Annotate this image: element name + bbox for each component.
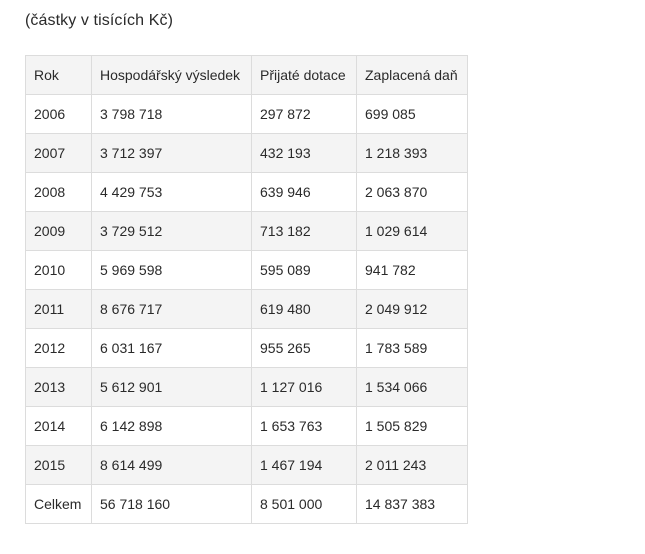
cell-paid-tax: 14 837 383: [356, 484, 468, 524]
cell-year: 2008: [25, 172, 92, 212]
cell-paid-tax: 1 783 589: [356, 328, 468, 368]
cell-economic-result: 8 614 499: [91, 445, 252, 485]
cell-year: 2010: [25, 250, 92, 290]
cell-paid-tax: 2 063 870: [356, 172, 468, 212]
cell-paid-tax: 1 534 066: [356, 367, 468, 407]
table-row: 2006 3 798 718 297 872 699 085: [25, 94, 468, 134]
cell-economic-result: 3 798 718: [91, 94, 252, 134]
cell-received-subsidies: 432 193: [251, 133, 357, 173]
cell-paid-tax: 941 782: [356, 250, 468, 290]
cell-paid-tax: 1 505 829: [356, 406, 468, 446]
cell-paid-tax: 699 085: [356, 94, 468, 134]
cell-year: 2014: [25, 406, 92, 446]
cell-received-subsidies: 1 653 763: [251, 406, 357, 446]
header-year: Rok: [25, 55, 92, 95]
cell-received-subsidies: 619 480: [251, 289, 357, 329]
cell-year: 2013: [25, 367, 92, 407]
table-row: 2014 6 142 898 1 653 763 1 505 829: [25, 406, 468, 446]
cell-year: 2007: [25, 133, 92, 173]
cell-economic-result: 3 712 397: [91, 133, 252, 173]
cell-economic-result: 5 612 901: [91, 367, 252, 407]
header-paid-tax: Zaplacená daň: [356, 55, 468, 95]
cell-paid-tax: 1 218 393: [356, 133, 468, 173]
cell-economic-result: 56 718 160: [91, 484, 252, 524]
cell-economic-result: 6 031 167: [91, 328, 252, 368]
cell-year: 2012: [25, 328, 92, 368]
cell-year: 2009: [25, 211, 92, 251]
data-table: Rok Hospodářský výsledek Přijaté dotace …: [25, 55, 468, 524]
table-body: 2006 3 798 718 297 872 699 085 2007 3 712 397…: [25, 94, 468, 524]
table-row: 2010 5 969 598 595 089 941 782: [25, 250, 468, 290]
cell-received-subsidies: 1 467 194: [251, 445, 357, 485]
header-received-subsidies: Přijaté dotace: [251, 55, 357, 95]
table-caption: (částky v tisících Kč): [25, 12, 173, 29]
cell-economic-result: 8 676 717: [91, 289, 252, 329]
cell-paid-tax: 1 029 614: [356, 211, 468, 251]
cell-year: 2006: [25, 94, 92, 134]
cell-year: 2011: [25, 289, 92, 329]
cell-paid-tax: 2 011 243: [356, 445, 468, 485]
cell-economic-result: 3 729 512: [91, 211, 252, 251]
cell-paid-tax: 2 049 912: [356, 289, 468, 329]
cell-received-subsidies: 639 946: [251, 172, 357, 212]
table-row: 2013 5 612 901 1 127 016 1 534 066: [25, 367, 468, 407]
cell-received-subsidies: 8 501 000: [251, 484, 357, 524]
table-row: 2008 4 429 753 639 946 2 063 870: [25, 172, 468, 212]
header-economic-result: Hospodářský výsledek: [91, 55, 252, 95]
table-row: 2012 6 031 167 955 265 1 783 589: [25, 328, 468, 368]
table-row: 2007 3 712 397 432 193 1 218 393: [25, 133, 468, 173]
cell-received-subsidies: 595 089: [251, 250, 357, 290]
cell-year: Celkem: [25, 484, 92, 524]
cell-received-subsidies: 955 265: [251, 328, 357, 368]
cell-economic-result: 6 142 898: [91, 406, 252, 446]
table-total-row: Celkem 56 718 160 8 501 000 14 837 383: [25, 484, 468, 524]
cell-economic-result: 4 429 753: [91, 172, 252, 212]
cell-economic-result: 5 969 598: [91, 250, 252, 290]
table-row: 2015 8 614 499 1 467 194 2 011 243: [25, 445, 468, 485]
table-row: 2011 8 676 717 619 480 2 049 912: [25, 289, 468, 329]
table-header-row: Rok Hospodářský výsledek Přijaté dotace …: [25, 55, 468, 95]
cell-received-subsidies: 297 872: [251, 94, 357, 134]
cell-received-subsidies: 1 127 016: [251, 367, 357, 407]
table-row: 2009 3 729 512 713 182 1 029 614: [25, 211, 468, 251]
cell-year: 2015: [25, 445, 92, 485]
cell-received-subsidies: 713 182: [251, 211, 357, 251]
